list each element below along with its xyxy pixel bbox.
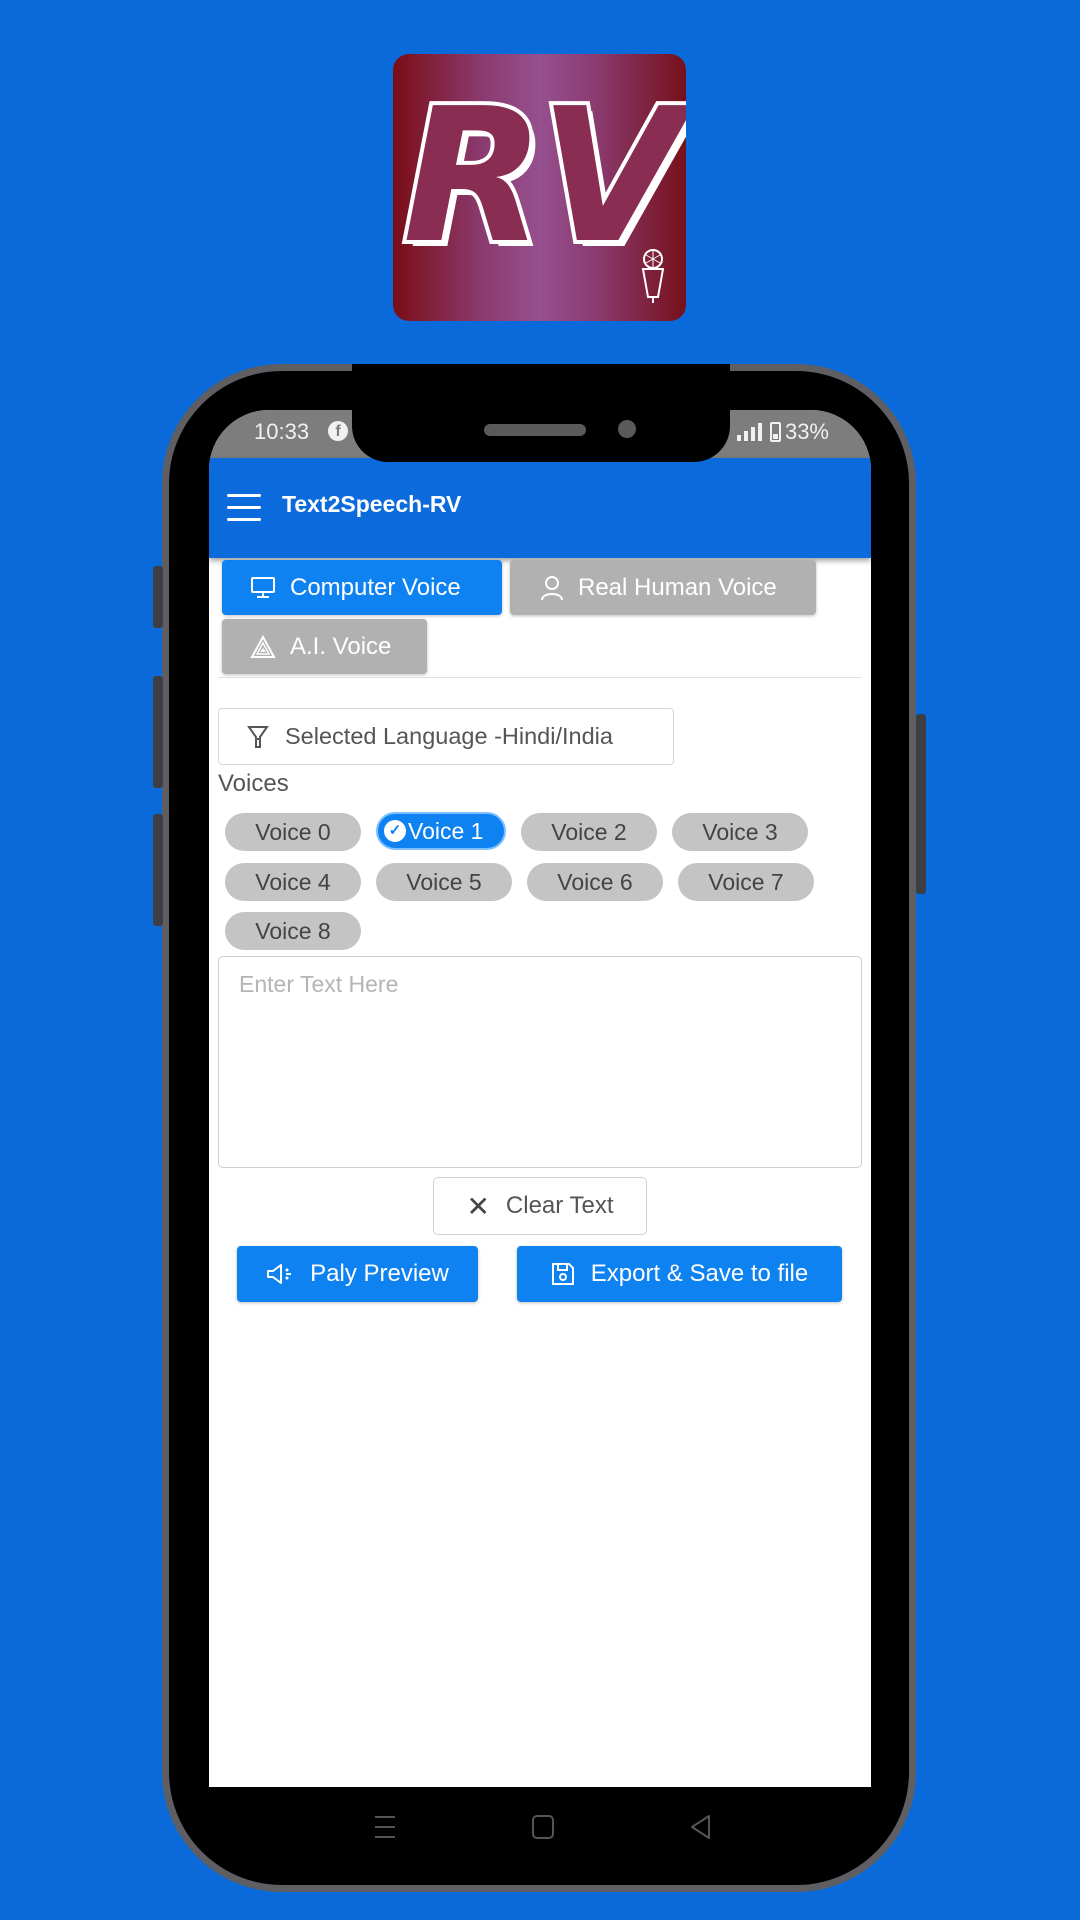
navigation-bar — [209, 1788, 871, 1868]
voice-chip-1[interactable]: ✓ Voice 1 — [376, 812, 506, 850]
app-logo: RV — [393, 54, 686, 321]
phone-notch — [352, 364, 730, 462]
monitor-icon — [251, 576, 275, 598]
chip-label: Voice 4 — [255, 868, 331, 895]
recent-apps-icon[interactable] — [373, 1814, 397, 1840]
chip-label: Voice 6 — [557, 868, 633, 895]
voice-chip-3[interactable]: Voice 3 — [672, 813, 808, 851]
save-icon — [551, 1263, 574, 1285]
logo-text: RV — [399, 68, 686, 284]
play-preview-button[interactable]: Paly Preview — [237, 1246, 478, 1302]
tab-label: Real Human Voice — [578, 573, 777, 601]
divider — [218, 677, 862, 678]
speaker-icon — [267, 1264, 292, 1284]
back-icon[interactable] — [689, 1814, 713, 1840]
voice-chip-8[interactable]: Voice 8 — [225, 912, 361, 950]
person-icon — [541, 575, 563, 600]
voice-chip-5[interactable]: Voice 5 — [376, 863, 512, 901]
tab-ai-voice[interactable]: A.I. Voice — [222, 619, 427, 674]
battery-icon — [769, 422, 781, 442]
facebook-icon: f — [328, 421, 348, 441]
export-save-button[interactable]: Export & Save to file — [517, 1246, 842, 1302]
voices-label: Voices — [218, 770, 289, 797]
app-bar: Text2Speech-RV — [209, 458, 871, 558]
phone-screen: 10:33 f 33% Text2Speech-RV Computer Voic… — [209, 410, 871, 1787]
phone-volume-up-button — [153, 676, 163, 788]
chip-label: Voice 3 — [702, 818, 778, 845]
voice-chip-6[interactable]: Voice 6 — [527, 863, 663, 901]
voice-chip-0[interactable]: Voice 0 — [225, 813, 361, 851]
voice-chip-2[interactable]: Voice 2 — [521, 813, 657, 851]
tab-label: Computer Voice — [290, 573, 461, 601]
signal-icon — [736, 423, 762, 441]
tab-real-human-voice[interactable]: Real Human Voice — [510, 560, 816, 615]
export-save-label: Export & Save to file — [590, 1260, 809, 1287]
home-icon[interactable] — [531, 1814, 555, 1840]
clear-text-button[interactable]: ✕ Clear Text — [433, 1177, 647, 1235]
clear-text-label: Clear Text — [505, 1192, 614, 1219]
earpiece-speaker — [484, 424, 586, 436]
voice-chip-4[interactable]: Voice 4 — [225, 863, 361, 901]
phone-power-button — [916, 714, 926, 894]
close-icon: ✕ — [466, 1190, 490, 1222]
language-select-button[interactable]: Selected Language -Hindi/India — [218, 708, 674, 765]
chip-label: Voice 2 — [551, 818, 627, 845]
chip-label: Voice 5 — [406, 868, 482, 895]
text-input[interactable] — [218, 956, 862, 1168]
language-label: Selected Language -Hindi/India — [285, 723, 613, 749]
tab-computer-voice[interactable]: Computer Voice — [222, 560, 502, 615]
play-preview-label: Paly Preview — [310, 1260, 449, 1287]
status-time: 10:33 — [254, 419, 310, 444]
chip-label: Voice 1 — [408, 817, 484, 844]
chip-label: Voice 8 — [255, 917, 331, 944]
phone-volume-down-button — [153, 814, 163, 926]
triangle-icon — [250, 634, 276, 658]
chip-label: Voice 0 — [255, 818, 331, 845]
check-circle-icon: ✓ — [384, 820, 406, 842]
chip-label: Voice 7 — [708, 868, 784, 895]
tab-label: A.I. Voice — [290, 632, 392, 660]
battery-percent: 33% — [784, 419, 829, 444]
microphone-icon — [641, 249, 665, 303]
phone-side-button — [153, 566, 163, 628]
hamburger-menu-icon[interactable] — [227, 494, 261, 522]
filter-icon — [247, 725, 269, 748]
front-camera — [618, 420, 636, 438]
app-title: Text2Speech-RV — [282, 491, 462, 517]
voice-chip-7[interactable]: Voice 7 — [678, 863, 814, 901]
